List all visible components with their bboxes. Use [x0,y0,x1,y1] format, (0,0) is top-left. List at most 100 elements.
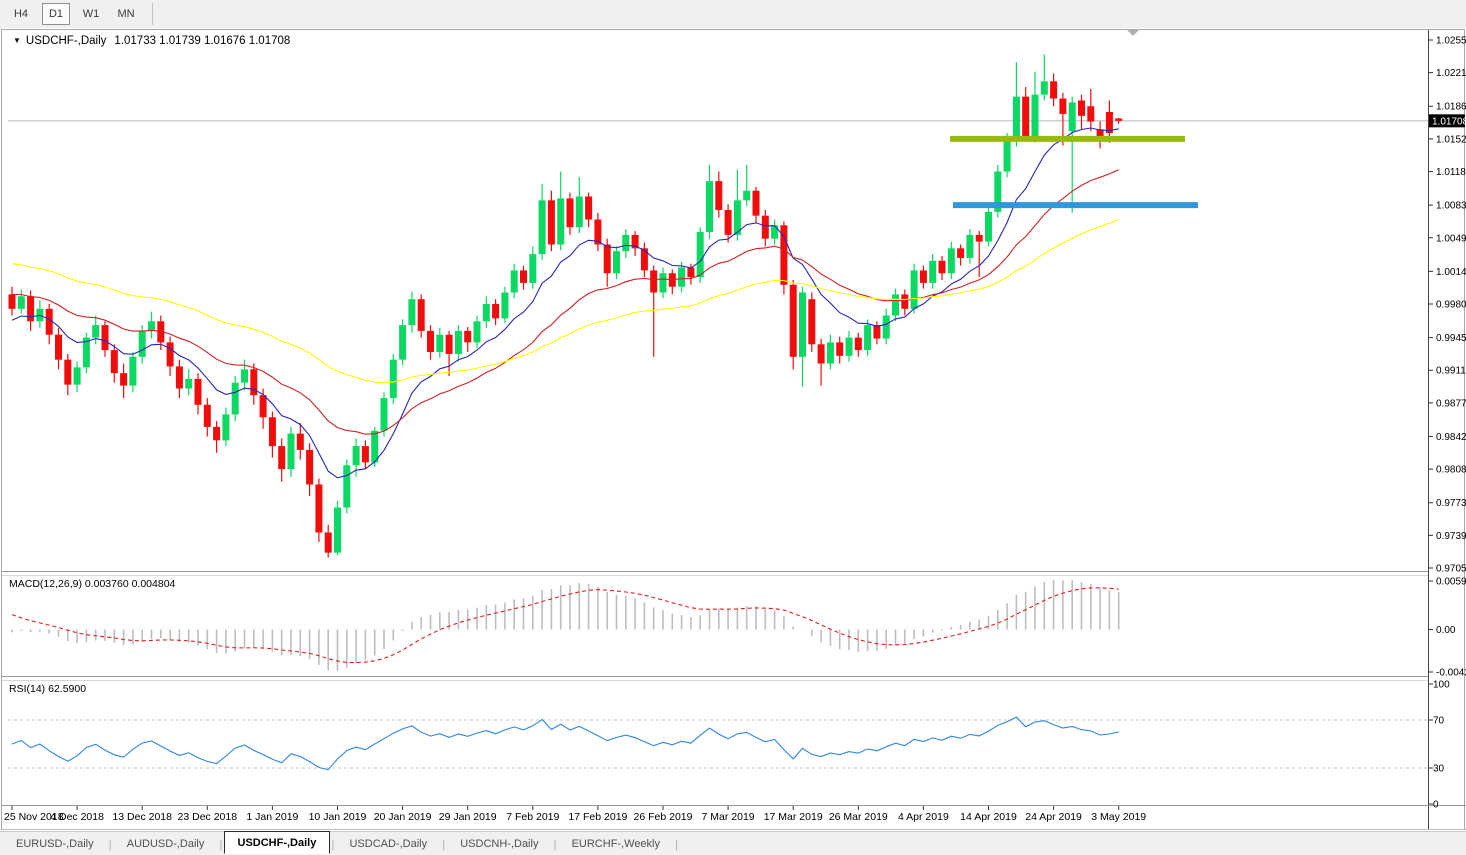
candle-body [939,261,946,273]
candle-body [957,248,964,258]
candle-body [241,369,248,382]
candle-body [660,273,667,292]
candle-body [762,216,769,239]
tab-separator: | [109,837,112,851]
candle-body [306,450,313,485]
candle-body [715,181,722,210]
candle-body [139,331,146,357]
svg-text:-0.004243: -0.004243 [1436,668,1466,679]
svg-text:0.99800: 0.99800 [1436,300,1466,311]
candle-body [455,331,462,354]
candle-body [855,338,862,350]
timeframe-button-d1[interactable]: D1 [42,3,70,25]
candle-body [18,296,25,308]
candle-body [297,434,304,450]
candle-body [222,414,229,440]
chart-tab-eurusd[interactable]: EURUSD-,Daily [2,833,108,854]
candle-body [827,342,834,363]
chart-tab-audusd[interactable]: AUDUSD-,Daily [113,833,219,854]
timeframe-button-w1[interactable]: W1 [77,3,105,25]
svg-text:1.01860: 1.01860 [1436,102,1466,113]
candle-body [539,200,546,254]
candle-body [362,446,369,462]
candle-body [195,379,202,405]
svg-text:1.02550: 1.02550 [1436,36,1466,47]
support-line[interactable] [953,202,1198,208]
svg-text:70: 70 [1433,716,1445,727]
candle-body [334,508,341,553]
candle-body [548,200,555,244]
candle-body [604,244,611,273]
symbol-name: USDCHF-,Daily [26,35,107,47]
candle-body [176,366,183,388]
candle-body [232,383,239,415]
resistance-line[interactable] [950,136,1185,142]
tab-separator: | [442,837,445,851]
svg-text:30: 30 [1433,764,1445,775]
candle-body [46,309,53,335]
symbol-dropdown-icon[interactable]: ▼ [13,36,21,45]
candle-body [650,270,657,292]
chart-tab-usdchf[interactable]: USDCHF-,Daily [224,831,331,854]
chart-tab-usdcad[interactable]: USDCAD-,Daily [335,833,441,854]
candle-body [1059,99,1066,114]
candle-body [799,292,806,356]
candle-body [483,304,490,321]
svg-text:0.98420: 0.98420 [1436,432,1466,443]
tab-separator: | [331,837,334,851]
svg-text:0: 0 [1433,800,1439,811]
timeframe-button-h4[interactable]: H4 [7,3,35,25]
svg-text:7 Feb 2019: 7 Feb 2019 [506,811,559,823]
svg-text:100: 100 [1433,680,1450,691]
chart-window[interactable]: 1.025501.022101.018601.015201.011801.008… [0,28,1466,831]
svg-text:0.99450: 0.99450 [1436,333,1466,344]
chart-canvas[interactable]: 1.025501.022101.018601.015201.011801.008… [0,28,1466,831]
candle-body [129,357,136,386]
candle-body [446,335,453,354]
svg-text:0.98080: 0.98080 [1436,465,1466,476]
candle-body [1087,106,1094,121]
candle-body [529,254,536,283]
svg-text:4 Dec 2018: 4 Dec 2018 [50,811,104,823]
candle-body [864,325,871,350]
candle-body [976,235,983,242]
chart-tab-usdcnh[interactable]: USDCNH-,Daily [446,833,552,854]
candle-body [901,294,908,308]
candle-body [325,532,332,552]
candle-body [501,292,508,318]
svg-text:0.97050: 0.97050 [1436,564,1466,575]
candle-body [687,268,694,278]
candle-body [278,446,285,469]
candle-body [260,395,267,417]
candle-body [1041,81,1048,94]
candle-body [418,299,425,331]
candle-body [808,299,815,344]
svg-text:3 May 2019: 3 May 2019 [1091,811,1146,823]
candle-body [1032,95,1039,139]
candle-body [74,367,81,384]
candle-body [204,405,211,427]
tab-separator: | [553,837,556,851]
candle-body [557,198,564,244]
svg-text:0.97390: 0.97390 [1436,531,1466,542]
candle-body [185,379,192,389]
candle-body [353,446,360,465]
candle-body [520,270,527,282]
candle-body [1013,97,1020,141]
candle-body [64,360,71,385]
candle-body [771,225,778,238]
svg-text:1.00830: 1.00830 [1436,201,1466,212]
svg-text:23 Dec 2018: 23 Dec 2018 [178,811,238,823]
svg-text:17 Feb 2019: 17 Feb 2019 [568,811,627,823]
svg-text:0.99110: 0.99110 [1436,366,1466,377]
chart-tab-eurchf[interactable]: EURCHF-,Weekly [558,833,674,854]
candle-body [1069,102,1076,131]
candle-body [1050,81,1057,98]
timeframe-button-mn[interactable]: MN [112,3,140,25]
svg-text:26 Mar 2019: 26 Mar 2019 [829,811,888,823]
candle-body [213,427,220,440]
candle-body [985,212,992,242]
candle-body [911,270,918,308]
candle-body [883,316,890,339]
candle-body [725,210,732,235]
